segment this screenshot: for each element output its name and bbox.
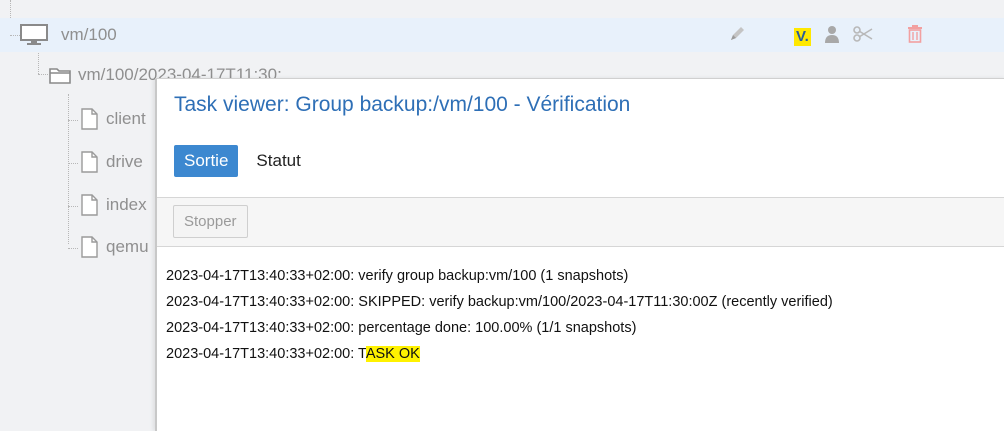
tree-row-vm[interactable]: vm/100 V. bbox=[0, 18, 1004, 52]
user-icon[interactable] bbox=[824, 25, 839, 48]
tree-label-file: client bbox=[106, 109, 146, 128]
tree-connector bbox=[38, 74, 48, 75]
stop-button[interactable]: Stopper bbox=[173, 205, 248, 238]
tree-label-file: drive bbox=[106, 152, 143, 171]
folder-icon bbox=[49, 66, 71, 89]
task-log: 2023-04-17T13:40:33+02:00: verify group … bbox=[166, 263, 833, 367]
file-icon bbox=[80, 151, 98, 178]
row-actions: V. bbox=[728, 25, 923, 48]
log-line: 2023-04-17T13:40:33+02:00: percentage do… bbox=[166, 320, 637, 336]
tree-connector bbox=[68, 163, 78, 164]
file-icon bbox=[80, 236, 98, 263]
task-ok-highlight: ASK OK bbox=[365, 346, 420, 362]
tab-output[interactable]: Sortie bbox=[174, 145, 239, 177]
log-line: 2023-04-17T13:40:33+02:00: SKIPPED: veri… bbox=[166, 294, 833, 310]
window-title: Task viewer: Group backup:/vm/100 - Véri… bbox=[174, 93, 631, 116]
tree-connector bbox=[10, 35, 20, 36]
tab-bar: Sortie Statut bbox=[174, 145, 311, 177]
trash-icon[interactable] bbox=[907, 25, 923, 48]
log-line-final: 2023-04-17T13:40:33+02:00: TASK OK bbox=[166, 341, 833, 367]
tab-status[interactable]: Statut bbox=[246, 145, 310, 177]
tree-label-file: index bbox=[106, 195, 147, 214]
toolbar: Stopper bbox=[157, 198, 1004, 246]
log-line: 2023-04-17T13:40:33+02:00: verify group … bbox=[166, 268, 629, 284]
scissors-icon[interactable] bbox=[852, 26, 873, 47]
log-line-prefix: 2023-04-17T13:40:33+02:00: T bbox=[166, 346, 366, 362]
tree-connector bbox=[68, 248, 78, 249]
tree-row-file[interactable]: drive bbox=[0, 149, 155, 179]
monitor-icon bbox=[20, 24, 48, 51]
tree-connector bbox=[68, 206, 78, 207]
tree-label-vm: vm/100 bbox=[61, 25, 117, 44]
task-viewer-window: Task viewer: Group backup:/vm/100 - Véri… bbox=[155, 78, 1004, 431]
file-icon bbox=[80, 194, 98, 221]
tree-row-file[interactable]: client bbox=[0, 106, 155, 136]
divider bbox=[157, 246, 1004, 247]
tree-label-file: qemu bbox=[106, 237, 149, 256]
verify-badge[interactable]: V. bbox=[794, 27, 811, 46]
tree-connector bbox=[68, 120, 78, 121]
pencil-icon[interactable] bbox=[728, 25, 746, 48]
tree-row-file[interactable]: qemu bbox=[0, 234, 155, 264]
file-icon bbox=[80, 108, 98, 135]
tree-row-file[interactable]: index bbox=[0, 192, 155, 222]
